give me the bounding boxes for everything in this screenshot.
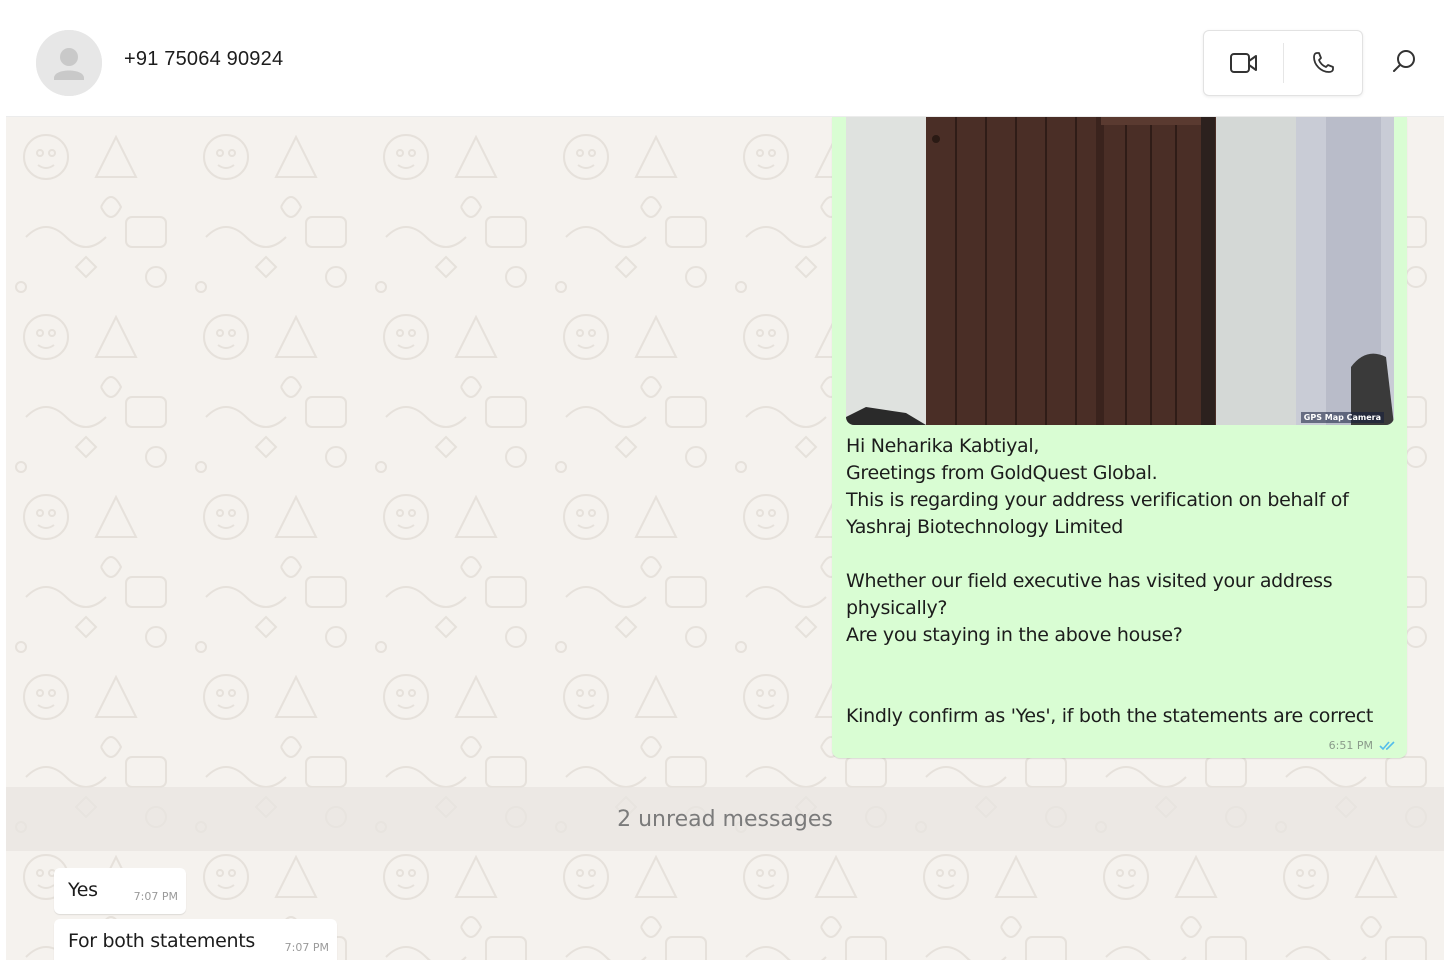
- chat-area[interactable]: GPS Map Camera Hi Neharika Kabtiyal, Gre…: [6, 117, 1444, 960]
- message-line: Kindly confirm as 'Yes', if both the sta…: [846, 705, 1374, 727]
- message-line: [846, 649, 1386, 676]
- message-line: Greetings from GoldQuest Global.: [846, 462, 1158, 484]
- photo-watermark: GPS Map Camera: [1300, 412, 1384, 423]
- message-line: This is regarding your address verificat…: [846, 489, 1349, 511]
- double-check-read-icon: [1379, 741, 1395, 751]
- door-photo-image: [846, 117, 1394, 425]
- message-line: [846, 676, 1386, 703]
- outgoing-message[interactable]: GPS Map Camera Hi Neharika Kabtiyal, Gre…: [832, 117, 1407, 758]
- incoming-message[interactable]: Yes 7:07 PM: [54, 868, 186, 914]
- message-line: Are you staying in the above house?: [846, 624, 1183, 646]
- contact-name[interactable]: +91 75064 90924: [124, 48, 283, 71]
- message-line: Yashraj Biotechnology Limited: [846, 516, 1123, 538]
- video-call-button[interactable]: [1204, 31, 1283, 95]
- chat-window: +91 75064 90924 GPS Map Camera Hi Nehari…: [6, 8, 1444, 960]
- chat-header: +91 75064 90924: [6, 8, 1444, 117]
- video-camera-icon: [1229, 53, 1257, 73]
- message-photo[interactable]: GPS Map Camera: [846, 117, 1394, 425]
- search-icon: [1393, 50, 1415, 72]
- message-time: 7:07 PM: [284, 941, 329, 954]
- message-line: [846, 541, 1386, 568]
- default-person-avatar-icon: [36, 30, 102, 96]
- incoming-message-text: For both statements: [68, 930, 255, 952]
- message-line: physically?: [846, 597, 948, 619]
- search-button[interactable]: [1386, 44, 1422, 80]
- incoming-message[interactable]: For both statements 7:07 PM: [54, 919, 337, 960]
- message-line: Hi Neharika Kabtiyal,: [846, 435, 1040, 457]
- message-line: Whether our field executive has visited …: [846, 570, 1333, 592]
- message-time: 7:07 PM: [133, 890, 178, 903]
- incoming-message-text: Yes: [68, 879, 98, 901]
- unread-messages-label: 2 unread messages: [617, 807, 833, 832]
- voice-call-button[interactable]: [1283, 31, 1362, 95]
- outgoing-message-text: Hi Neharika Kabtiyal, Greetings from Gol…: [846, 433, 1386, 730]
- outgoing-message-meta: 6:51 PM: [1329, 739, 1397, 752]
- phone-icon: [1312, 52, 1334, 73]
- call-button-group: [1203, 30, 1363, 96]
- unread-messages-divider: 2 unread messages: [6, 787, 1444, 851]
- message-time: 6:51 PM: [1328, 739, 1373, 752]
- contact-avatar[interactable]: [36, 30, 102, 96]
